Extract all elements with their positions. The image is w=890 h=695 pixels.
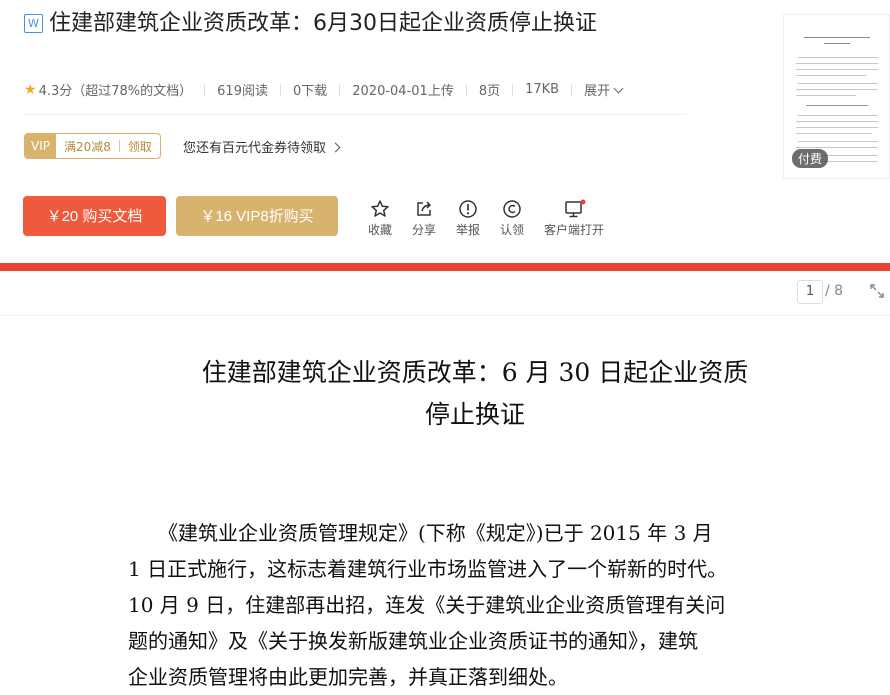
reader-toolbar <box>0 271 890 316</box>
buy-document-button[interactable]: ￥20 购买文档 <box>23 196 166 236</box>
divider <box>279 83 281 96</box>
coupon-link-text: 您还有百元代金券待领取 <box>183 141 327 156</box>
vip-buy-button[interactable]: ￥16 VIP8折购买 <box>176 196 338 236</box>
reader-accent-bar <box>0 263 890 271</box>
vip-coupon[interactable]: VIP 满20减8 领取 <box>24 133 161 159</box>
divider <box>571 83 573 96</box>
document-meta: ★ 4.3分 （超过78%的文档） 619阅读 0下载 2020-04-01上传… <box>24 80 624 99</box>
report-icon <box>459 200 477 218</box>
star-icon: ★ <box>24 81 37 98</box>
body-line: 《建筑业企业资质管理规定》(下称《规定》)已于 2015 年 3 月 <box>128 521 713 545</box>
body-line: 题的通知》及《关于换发新版建筑业企业资质证书的通知》，建筑 <box>128 629 698 653</box>
open-in-client-action[interactable]: 客户端打开 <box>540 199 608 238</box>
body-line: 1 日正式施行，这标志着建筑行业市场监管进入了一个崭新的时代。 <box>128 557 728 581</box>
read-count: 619阅读 <box>217 84 268 99</box>
open-client-label: 客户端打开 <box>543 223 604 237</box>
favorite-label: 收藏 <box>367 223 392 237</box>
divider <box>339 83 341 96</box>
rating: 4.3分 <box>38 84 73 99</box>
page-count: 8页 <box>478 84 501 99</box>
document-title: W 住建部建筑企业资质改革：6月30日起企业资质停止换证 <box>24 8 644 40</box>
divider <box>512 83 514 96</box>
expand-toggle[interactable]: 展开 <box>584 80 624 99</box>
document-body: 《建筑业企业资质管理规定》(下称《规定》)已于 2015 年 3 月 1 日正式… <box>128 515 800 695</box>
divider <box>204 83 206 96</box>
document-heading: 住建部建筑企业资质改革：6 月 30 日起企业资质 停止换证 <box>130 352 820 436</box>
heading-line: 停止换证 <box>424 400 525 429</box>
coupon-claim[interactable]: 领取 <box>120 138 160 155</box>
claim-label: 认领 <box>499 223 524 237</box>
chevron-right-icon <box>330 142 341 153</box>
upload-date: 2020-04-01上传 <box>352 84 454 99</box>
body-line: 10 月 9 日，住建部再出招，连发《关于建筑业企业资质管理有关问 <box>128 593 726 617</box>
rating-note: （超过78%的文档） <box>72 84 193 99</box>
copyright-icon <box>503 200 521 218</box>
claim-action[interactable]: 认领 <box>490 199 534 238</box>
notification-dot <box>580 199 586 205</box>
fullscreen-icon[interactable] <box>869 283 885 303</box>
share-label: 分享 <box>411 223 436 237</box>
share-icon <box>417 201 432 216</box>
page-number-input[interactable]: 1 <box>797 280 823 304</box>
chevron-down-icon <box>613 83 624 94</box>
body-line: 企业资质管理将由此更加完善，并真正落到细处。 <box>128 665 568 689</box>
coupon-offer: 满20减8 <box>63 139 111 154</box>
page-total: / 8 <box>825 283 844 299</box>
report-action[interactable]: 举报 <box>446 199 490 238</box>
share-action[interactable]: 分享 <box>402 199 446 238</box>
word-doc-icon: W <box>24 14 43 33</box>
document-thumbnail[interactable]: 付费 <box>783 14 890 179</box>
download-count: 0下载 <box>292 84 328 99</box>
vip-tag: VIP <box>25 134 56 158</box>
heading-line: 住建部建筑企业资质改革：6 月 30 日起企业资质 <box>201 358 749 387</box>
favorite-action[interactable]: 收藏 <box>358 199 402 238</box>
coupon-voucher-link[interactable]: 您还有百元代金券待领取 <box>183 137 341 156</box>
expand-label: 展开 <box>584 84 611 99</box>
document-title-text: 住建部建筑企业资质改革：6月30日起企业资质停止换证 <box>49 11 597 36</box>
report-label: 举报 <box>455 223 480 237</box>
paid-badge: 付费 <box>792 149 829 168</box>
star-outline-icon <box>371 200 389 217</box>
file-size: 17KB <box>525 82 560 97</box>
monitor-icon <box>565 199 586 218</box>
divider-line <box>24 114 686 115</box>
divider <box>465 83 467 96</box>
